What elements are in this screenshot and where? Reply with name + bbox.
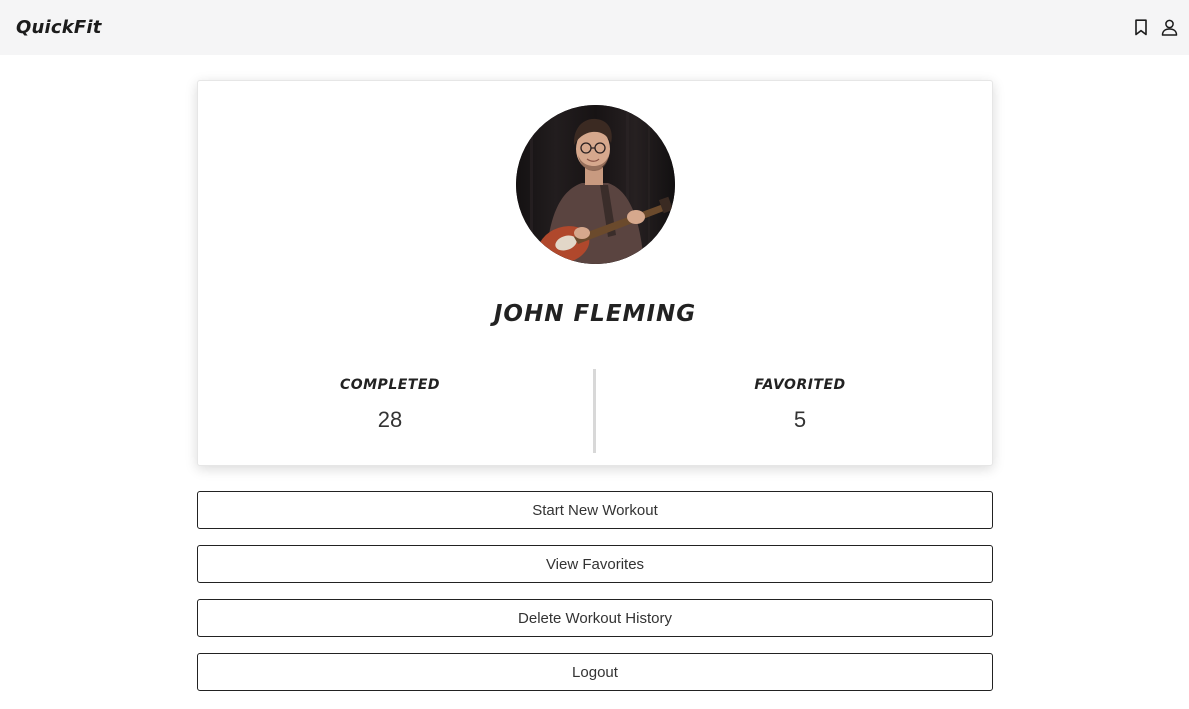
user-icon[interactable]	[1160, 18, 1179, 37]
stat-completed-value: 28	[377, 407, 403, 432]
logout-button[interactable]: Logout	[197, 653, 993, 691]
brand-logo[interactable]: QuickFit	[16, 17, 102, 38]
stat-favorited-value: 5	[793, 407, 807, 432]
navbar: QuickFit	[0, 0, 1189, 55]
stats-divider	[593, 369, 596, 453]
profile-actions: Start New Workout View Favorites Delete …	[197, 491, 993, 707]
stat-completed: COMPLETED 28	[192, 369, 588, 433]
delete-workout-history-button[interactable]: Delete Workout History	[197, 599, 993, 637]
start-new-workout-button[interactable]: Start New Workout	[197, 491, 993, 529]
view-favorites-button[interactable]: View Favorites	[197, 545, 993, 583]
navbar-icons	[1131, 18, 1179, 37]
avatar	[516, 105, 675, 264]
profile-card: JOHN FLEMING COMPLETED 28 FAVORITED 5	[197, 80, 993, 466]
bookmark-icon[interactable]	[1131, 18, 1150, 37]
stat-completed-label: COMPLETED	[339, 377, 441, 393]
stat-favorited: FAVORITED 5	[602, 369, 998, 433]
stat-favorited-label: FAVORITED	[754, 377, 846, 393]
profile-stats: COMPLETED 28 FAVORITED 5	[198, 369, 992, 453]
profile-name: JOHN FLEMING	[493, 301, 697, 327]
